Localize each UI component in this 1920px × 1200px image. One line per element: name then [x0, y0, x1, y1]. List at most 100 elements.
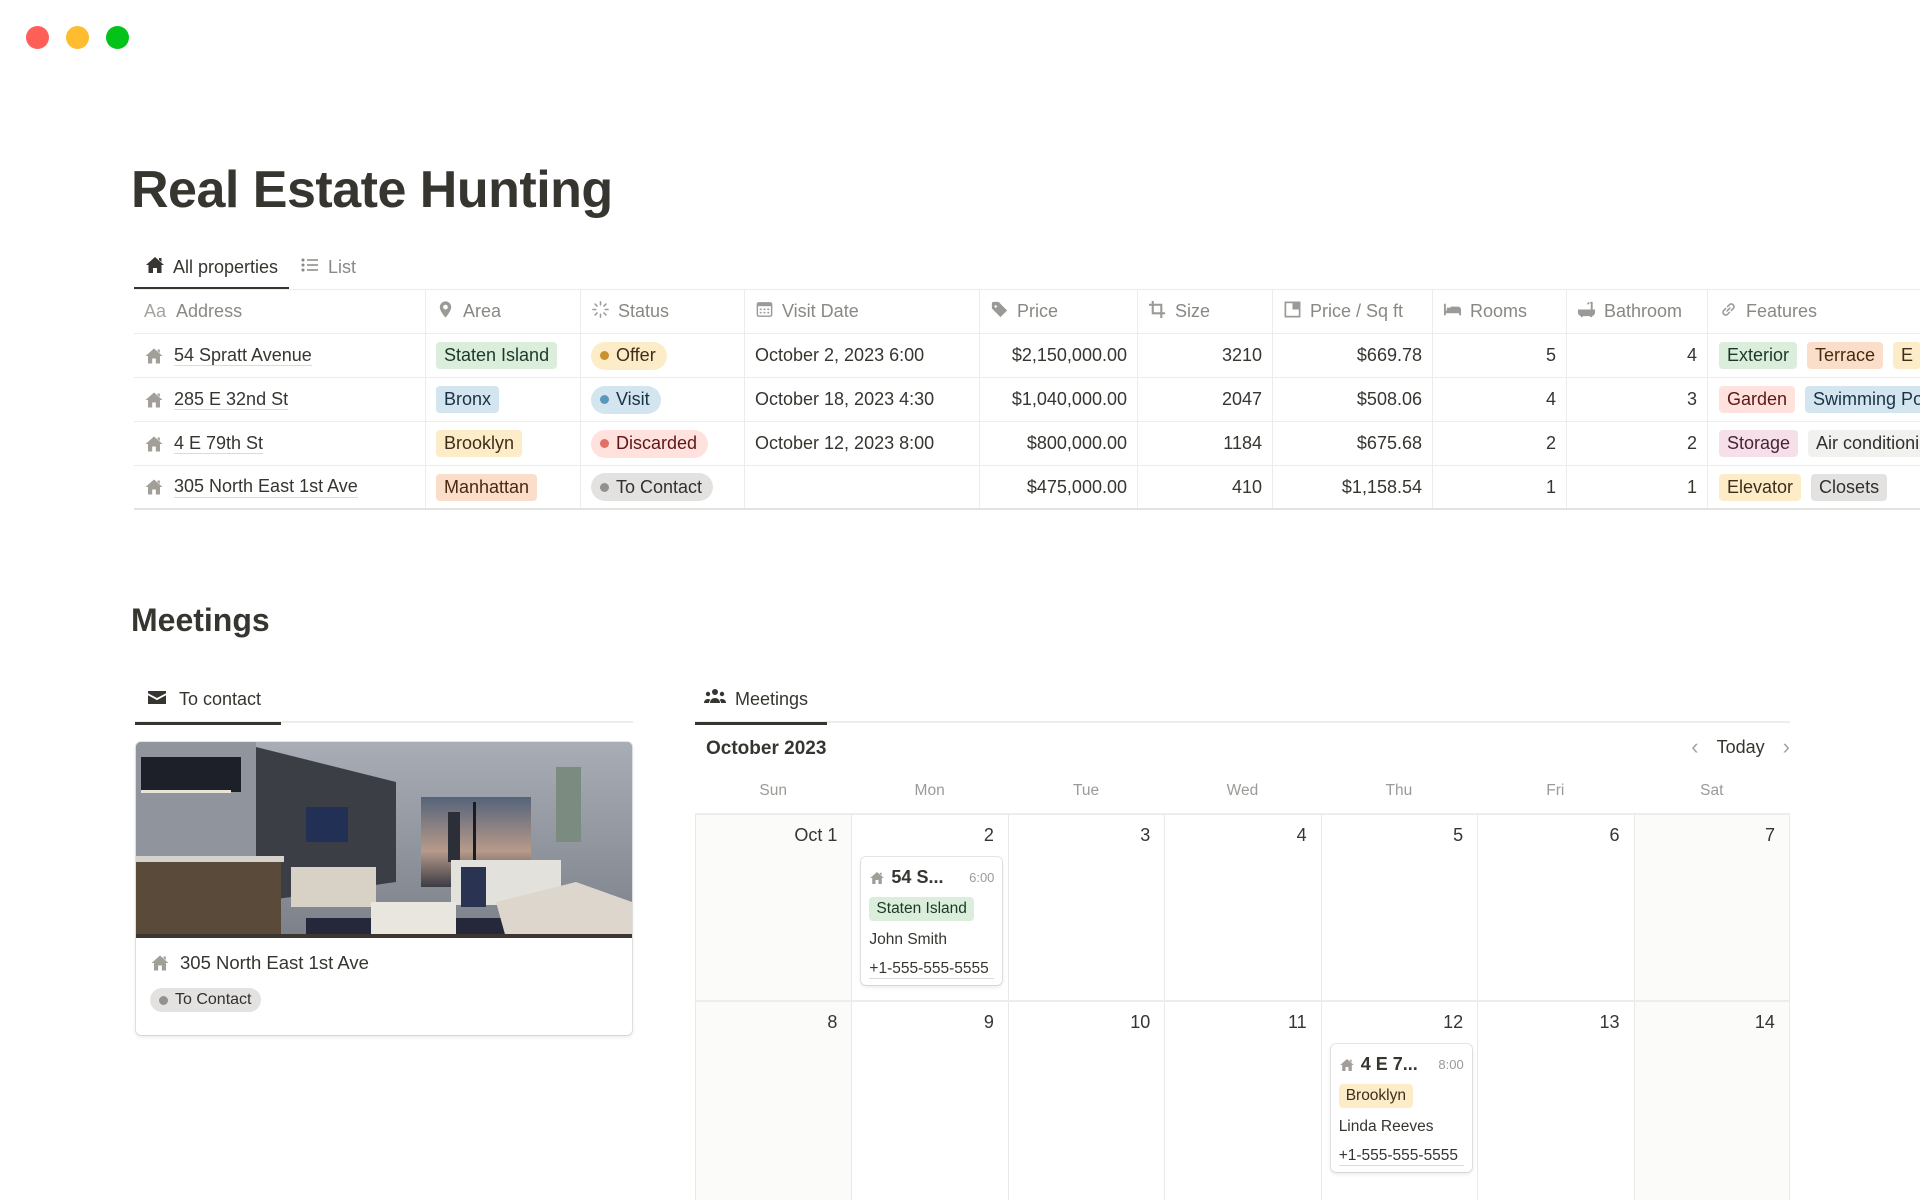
visit-date-cell[interactable]: October 12, 2023 8:00	[745, 422, 980, 465]
today-button[interactable]: Today	[1717, 737, 1765, 758]
calendar-day-cell[interactable]: 124 E 7...8:00BrooklynLinda Reeves+1-555…	[1321, 1002, 1477, 1200]
address-link[interactable]: 54 Spratt Avenue	[144, 345, 312, 367]
column-header-area[interactable]: Area	[426, 290, 581, 333]
features-cell[interactable]: GardenSwimming Pool	[1708, 378, 1920, 421]
status-cell[interactable]: Discarded	[581, 422, 745, 465]
status-cell[interactable]: Visit	[581, 378, 745, 421]
address-link[interactable]: 4 E 79th St	[144, 433, 263, 455]
table-row[interactable]: 54 Spratt Avenue Staten Island Offer Oct…	[134, 334, 1920, 378]
calendar-event-card[interactable]: 4 E 7...8:00BrooklynLinda Reeves+1-555-5…	[1331, 1044, 1472, 1172]
size-cell[interactable]: 410	[1138, 466, 1273, 508]
calendar-event-card[interactable]: 54 S...6:00Staten IslandJohn Smith+1-555…	[861, 857, 1002, 985]
column-header-size[interactable]: Size	[1138, 290, 1273, 333]
maximize-window-button[interactable]	[106, 26, 129, 49]
day-number: 6	[1610, 825, 1620, 846]
calendar-day-cell[interactable]: 6	[1477, 815, 1633, 1000]
close-window-button[interactable]	[26, 26, 49, 49]
column-header-address[interactable]: AaAddress	[134, 290, 426, 333]
column-header-price-per-sqft[interactable]: Price / Sq ft	[1273, 290, 1433, 333]
column-header-features[interactable]: Features	[1708, 290, 1920, 333]
previous-month-button[interactable]: ‹	[1691, 736, 1698, 758]
minimize-window-button[interactable]	[66, 26, 89, 49]
rooms-cell[interactable]: 5	[1433, 334, 1567, 377]
tab-all-properties[interactable]: All properties	[134, 244, 289, 290]
day-number: 10	[1130, 1012, 1150, 1033]
event-phone[interactable]: +1-555-555-5555	[869, 960, 994, 979]
calendar-navigation: ‹ Today ›	[1691, 736, 1790, 758]
visit-date-cell[interactable]	[745, 466, 980, 508]
status-cell[interactable]: Offer	[581, 334, 745, 377]
column-header-visit-date[interactable]: Visit Date	[745, 290, 980, 333]
bathroom-cell[interactable]: 4	[1567, 334, 1708, 377]
calendar-day-cell[interactable]: 10	[1008, 1002, 1164, 1200]
price-cell[interactable]: $2,150,000.00	[980, 334, 1138, 377]
area-cell[interactable]: Manhattan	[426, 466, 581, 508]
features-cell[interactable]: ExteriorTerraceE	[1708, 334, 1920, 377]
area-cell[interactable]: Bronx	[426, 378, 581, 421]
property-card[interactable]: 305 North East 1st Ave To Contact	[136, 742, 632, 1035]
area-cell[interactable]: Staten Island	[426, 334, 581, 377]
visit-date-cell[interactable]: October 2, 2023 6:00	[745, 334, 980, 377]
feature-tag: Closets	[1811, 474, 1887, 501]
address-cell[interactable]: 4 E 79th St	[134, 422, 426, 465]
features-cell[interactable]: StorageAir conditioning	[1708, 422, 1920, 465]
calendar-day-cell[interactable]: 4	[1164, 815, 1320, 1000]
area-cell[interactable]: Brooklyn	[426, 422, 581, 465]
address-cell[interactable]: 285 E 32nd St	[134, 378, 426, 421]
event-phone[interactable]: +1-555-555-5555	[1339, 1147, 1464, 1166]
calendar-day-cell[interactable]: 254 S...6:00Staten IslandJohn Smith+1-55…	[851, 815, 1007, 1000]
size-cell[interactable]: 1184	[1138, 422, 1273, 465]
column-header-price[interactable]: Price	[980, 290, 1138, 333]
calendar-day-cell[interactable]: 13	[1477, 1002, 1633, 1200]
text-aa-icon: Aa	[144, 301, 166, 322]
column-header-status[interactable]: Status	[581, 290, 745, 333]
bathroom-cell[interactable]: 2	[1567, 422, 1708, 465]
properties-table: AaAddress Area Status Visit Date Price S…	[134, 289, 1920, 510]
visit-date-cell[interactable]: October 18, 2023 4:30	[745, 378, 980, 421]
size-cell[interactable]: 2047	[1138, 378, 1273, 421]
rooms-cell[interactable]: 2	[1433, 422, 1567, 465]
features-cell[interactable]: ElevatorClosets	[1708, 466, 1920, 508]
people-icon	[703, 687, 727, 712]
address-cell[interactable]: 54 Spratt Avenue	[134, 334, 426, 377]
table-row[interactable]: 4 E 79th St Brooklyn Discarded October 1…	[134, 422, 1920, 466]
calendar-month-label: October 2023	[706, 738, 826, 760]
calendar-day-cell[interactable]: 8	[695, 1002, 851, 1200]
card-title[interactable]: 305 North East 1st Ave	[150, 952, 618, 974]
bathroom-cell[interactable]: 3	[1567, 378, 1708, 421]
house-icon	[144, 434, 164, 454]
calendar-day-cell[interactable]: 9	[851, 1002, 1007, 1200]
column-header-bathroom[interactable]: Bathroom	[1567, 290, 1708, 333]
window-controls	[26, 26, 129, 49]
rooms-cell[interactable]: 4	[1433, 378, 1567, 421]
tab-meetings[interactable]: Meetings	[695, 675, 827, 723]
rooms-cell[interactable]: 1	[1433, 466, 1567, 508]
price-cell[interactable]: $475,000.00	[980, 466, 1138, 508]
price-cell[interactable]: $1,040,000.00	[980, 378, 1138, 421]
calendar-day-cell[interactable]: 11	[1164, 1002, 1320, 1200]
calendar-day-cell[interactable]: 5	[1321, 815, 1477, 1000]
calendar-day-cell[interactable]: 3	[1008, 815, 1164, 1000]
status-label: Offer	[616, 345, 656, 366]
calendar-week: Oct 1 254 S...6:00Staten IslandJohn Smith…	[695, 815, 1790, 1002]
bathroom-cell[interactable]: 1	[1567, 466, 1708, 508]
address-cell[interactable]: 305 North East 1st Ave	[134, 466, 426, 508]
address-link[interactable]: 305 North East 1st Ave	[144, 476, 358, 498]
status-cell[interactable]: To Contact	[581, 466, 745, 508]
size-cell[interactable]: 3210	[1138, 334, 1273, 377]
calendar-day-cell[interactable]: 7	[1634, 815, 1790, 1000]
column-header-rooms[interactable]: Rooms	[1433, 290, 1567, 333]
price-cell[interactable]: $800,000.00	[980, 422, 1138, 465]
day-number: Oct 1	[794, 825, 837, 846]
tab-to-contact[interactable]: To contact	[135, 675, 281, 723]
calendar-day-cell[interactable]: Oct 1	[695, 815, 851, 1000]
address-link[interactable]: 285 E 32nd St	[144, 389, 288, 411]
calendar-day-cell[interactable]: 14	[1634, 1002, 1790, 1200]
table-row[interactable]: 305 North East 1st Ave Manhattan To Cont…	[134, 466, 1920, 510]
list-icon	[300, 255, 320, 280]
day-number: 13	[1600, 1012, 1620, 1033]
table-row[interactable]: 285 E 32nd St Bronx Visit October 18, 20…	[134, 378, 1920, 422]
tab-list[interactable]: List	[289, 244, 367, 290]
envelope-icon	[147, 687, 167, 712]
next-month-button[interactable]: ›	[1783, 736, 1790, 758]
